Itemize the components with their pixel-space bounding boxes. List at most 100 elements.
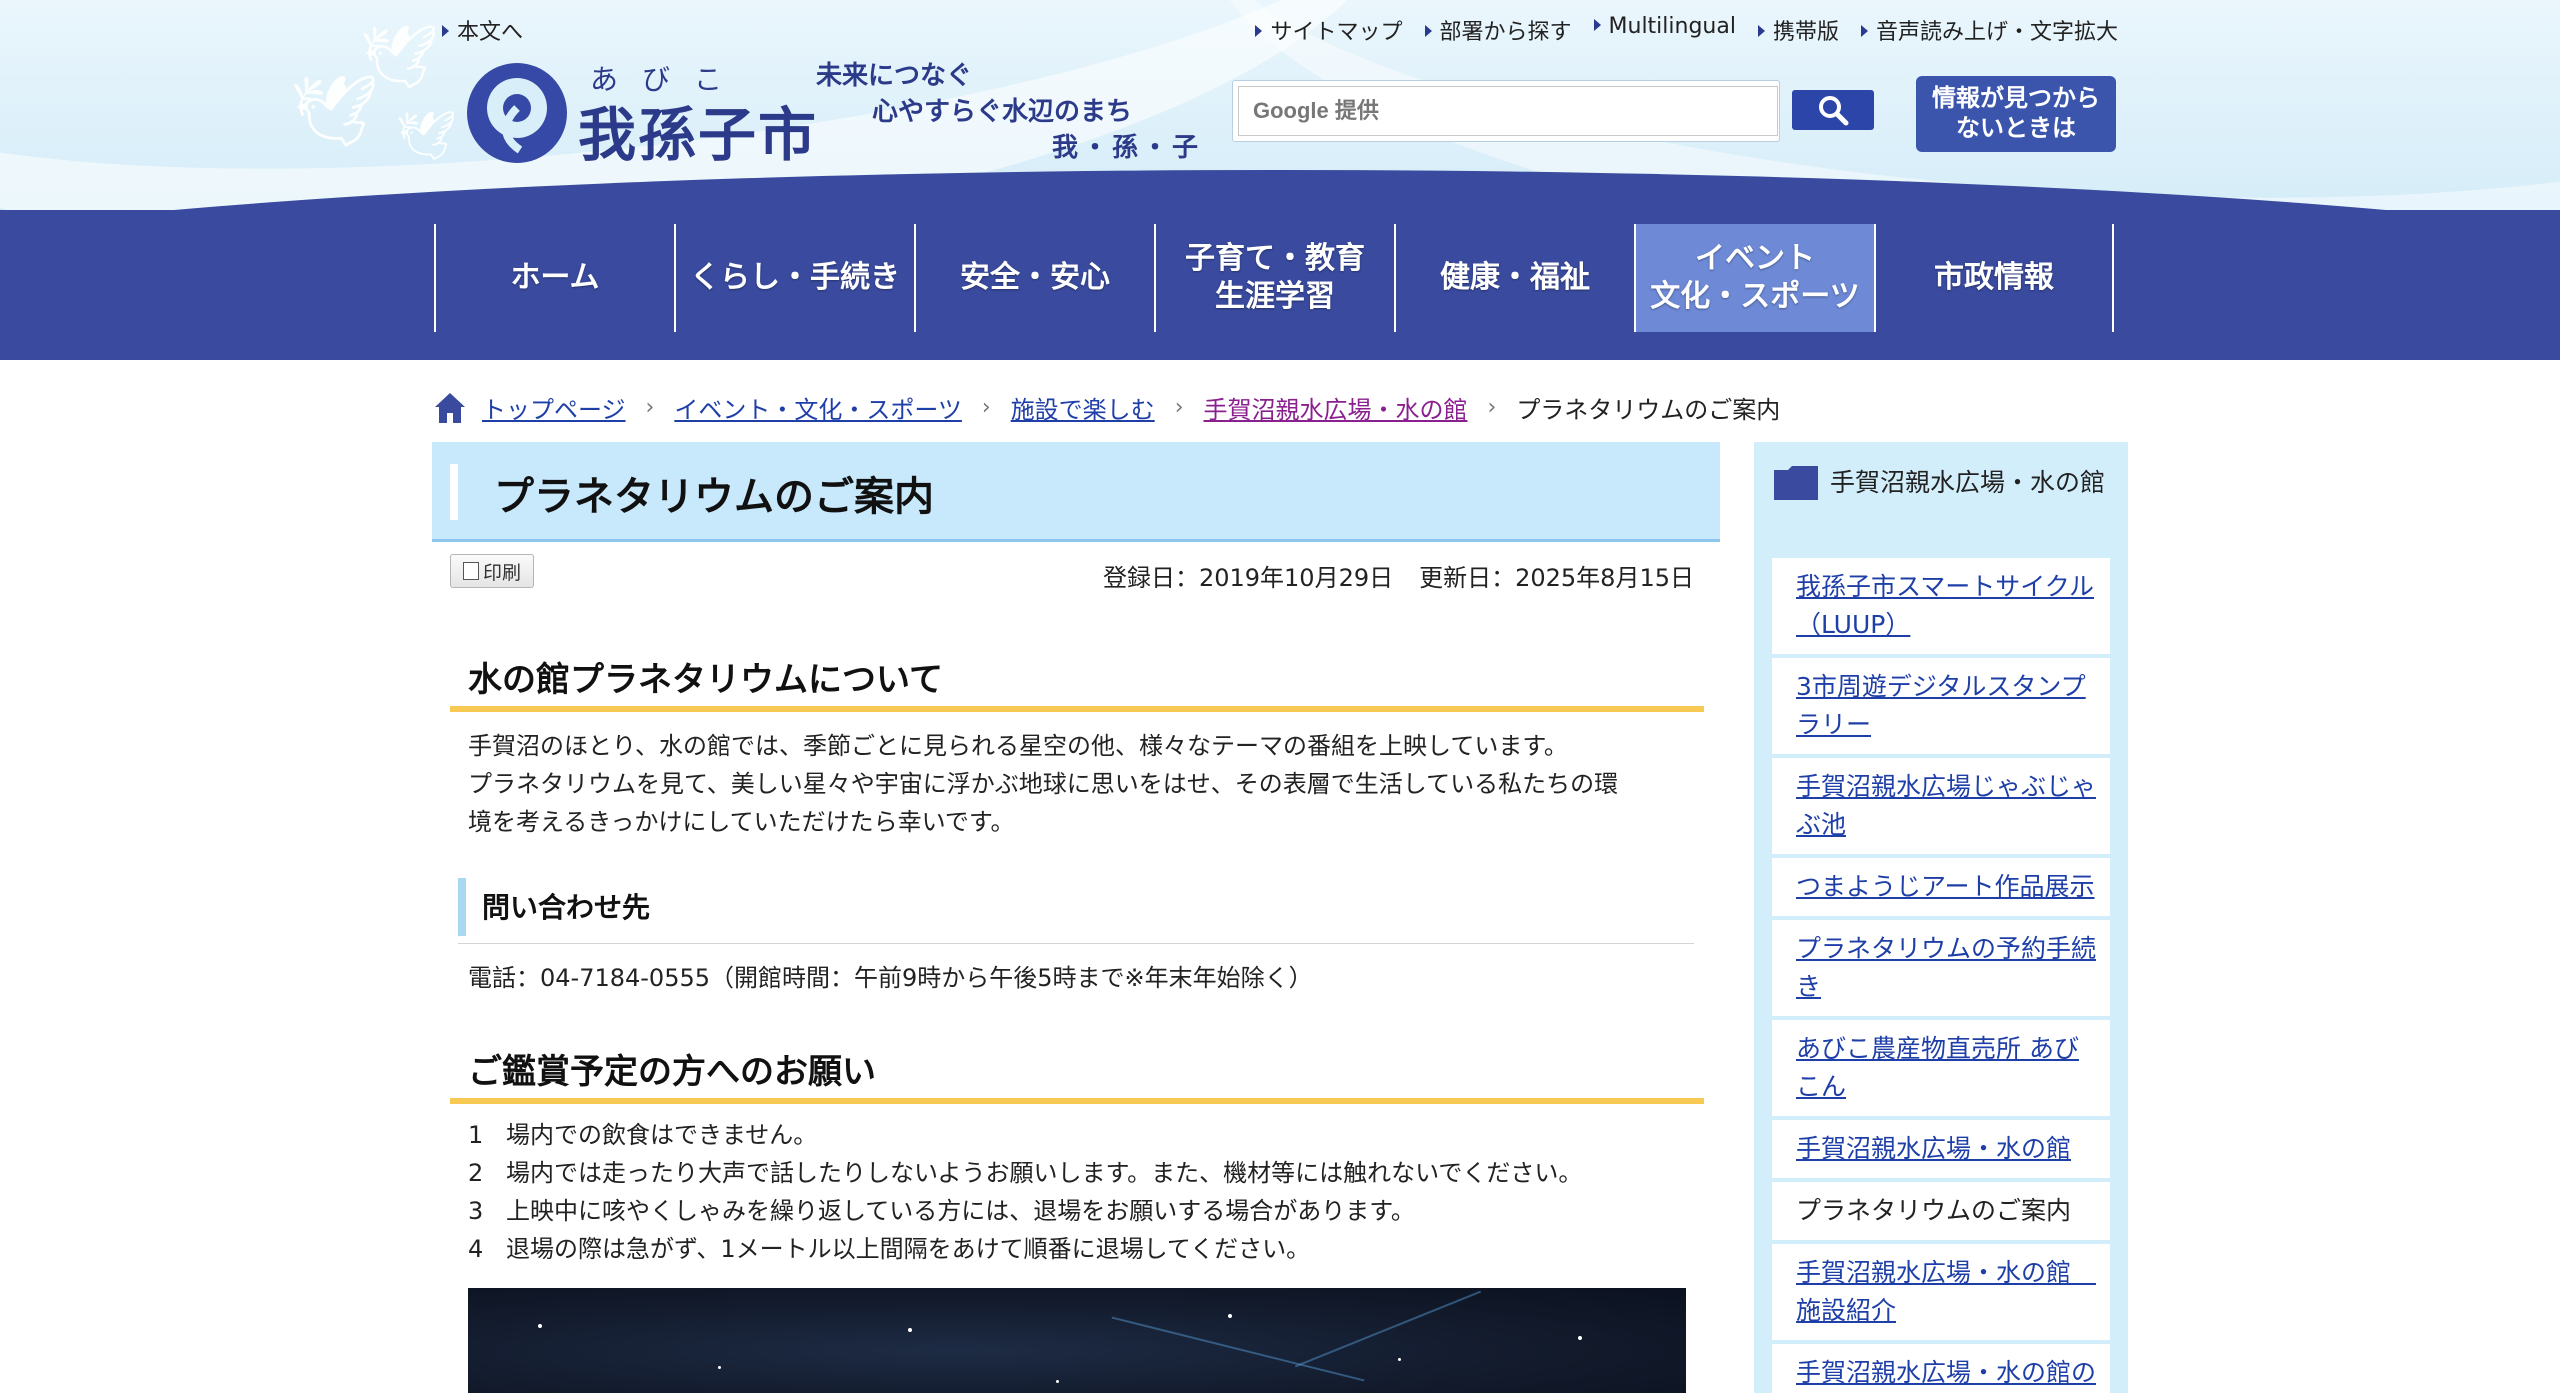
arrow-icon bbox=[1593, 19, 1601, 31]
sidebar-item-link[interactable]: 我孫子市スマートサイクル（LUUP） bbox=[1796, 572, 2094, 639]
util-link-sitemap[interactable]: サイトマップ bbox=[1255, 14, 1403, 46]
sidebar-item-link[interactable]: 手賀沼親水広場・水の館の施設の使用 bbox=[1796, 1358, 2096, 1393]
sidebar-item-link[interactable]: あびこ農産物直売所 あびこん bbox=[1796, 1034, 2079, 1101]
list-num: 1 bbox=[468, 1121, 484, 1149]
print-icon bbox=[462, 562, 479, 580]
chevron-right-icon: › bbox=[1487, 395, 1497, 420]
arrow-icon bbox=[1860, 25, 1868, 37]
bird-icon: 🕊 bbox=[290, 70, 379, 152]
sidebar-item[interactable]: 手賀沼親水広場・水の館 施設紹介 bbox=[1772, 1244, 2110, 1340]
star bbox=[1056, 1380, 1059, 1383]
sidebar-item-link[interactable]: つまようじアート作品展示 bbox=[1796, 872, 2095, 901]
util-link-label: Multilingual bbox=[1608, 14, 1736, 39]
bird-icon: 🕊 bbox=[396, 108, 457, 164]
nav-item-safety[interactable]: 安全・安心 bbox=[914, 224, 1154, 332]
sidebar-list: 我孫子市スマートサイクル（LUUP） 3市周遊デジタルスタンプラリー 手賀沼親水… bbox=[1772, 558, 2110, 1393]
util-link-label: 部署から探す bbox=[1439, 20, 1572, 45]
sidebar-item[interactable]: 3市周遊デジタルスタンプラリー bbox=[1772, 658, 2110, 754]
breadcrumb-link[interactable]: トップページ bbox=[482, 390, 626, 425]
home-icon bbox=[435, 392, 465, 423]
star bbox=[538, 1324, 542, 1328]
util-link-label: サイトマップ bbox=[1270, 20, 1403, 45]
util-link-label: 音声読み上げ・文字拡大 bbox=[1875, 20, 2118, 45]
arrow-icon bbox=[1757, 25, 1765, 37]
nav-item-childcare[interactable]: 子育て・教育 生涯学習 bbox=[1154, 224, 1394, 332]
sidebar-item-link[interactable]: 3市周遊デジタルスタンプラリー bbox=[1796, 672, 2086, 739]
print-button[interactable]: 印刷 bbox=[450, 554, 534, 588]
tagline-line: 未来につなぐ bbox=[816, 61, 973, 91]
contact-heading-label: 問い合わせ先 bbox=[482, 891, 651, 924]
nav-item-health[interactable]: 健康・福祉 bbox=[1394, 224, 1634, 332]
sidebar-item-link[interactable]: 手賀沼親水広場・水の館 施設紹介 bbox=[1796, 1258, 2096, 1325]
skip-to-content-link[interactable]: 本文へ bbox=[442, 14, 523, 46]
global-nav: ホーム くらし・手続き 安全・安心 子育て・教育 生涯学習 健康・福祉 イベント… bbox=[434, 224, 2114, 332]
sidebar-item-current: プラネタリウムのご案内 bbox=[1772, 1182, 2110, 1240]
util-link-departments[interactable]: 部署から探す bbox=[1424, 14, 1572, 46]
search-button[interactable] bbox=[1792, 90, 1874, 130]
sidebar-item[interactable]: 我孫子市スマートサイクル（LUUP） bbox=[1772, 558, 2110, 654]
nav-item-government[interactable]: 市政情報 bbox=[1874, 224, 2114, 332]
sidebar-item[interactable]: あびこ農産物直売所 あびこん bbox=[1772, 1020, 2110, 1116]
sidebar-item-link[interactable]: プラネタリウムの予約手続き bbox=[1796, 934, 2096, 1001]
star bbox=[908, 1328, 912, 1332]
star bbox=[1578, 1336, 1582, 1340]
tagline-line: 心やすらぐ水辺のまち bbox=[872, 97, 1133, 127]
breadcrumb-current: プラネタリウムのご案内 bbox=[1516, 396, 1781, 424]
body-line: 手賀沼のほとり、水の館では、季節ごとに見られる星空の他、様々なテーマの番組を上映… bbox=[468, 732, 1568, 760]
list-num: 3 bbox=[468, 1197, 484, 1225]
sidebar-item-link[interactable]: 手賀沼親水広場じゃぶじゃぶ池 bbox=[1796, 772, 2096, 839]
util-link-multilingual[interactable]: Multilingual bbox=[1593, 14, 1736, 46]
utility-links: サイトマップ 部署から探す Multilingual 携帯版 音声読み上げ・文字… bbox=[1255, 14, 2118, 46]
help-button[interactable]: 情報が見つから ないときは bbox=[1916, 76, 2116, 152]
section-heading: ご鑑賞予定の方へのお願い bbox=[450, 1044, 1704, 1104]
body-line: プラネタリウムを見て、美しい星々や宇宙に浮かぶ地球に思いをはせ、その表層で生活し… bbox=[468, 770, 1619, 798]
list-item: 1 場内での飲食はできません。 bbox=[468, 1116, 1582, 1154]
skip-link-label: 本文へ bbox=[457, 20, 524, 45]
sidebar-item[interactable]: 手賀沼親水広場・水の館の施設の使用 bbox=[1772, 1344, 2110, 1393]
contact-body: 電話：04-7184-0555（開館時間：午前9時から午後5時まで※年末年始除く… bbox=[468, 964, 1313, 992]
breadcrumb-link[interactable]: 施設で楽しむ bbox=[1011, 390, 1155, 425]
city-tagline: 未来につなぐ 心やすらぐ水辺のまち 我・孫・子 bbox=[816, 58, 1202, 166]
list-text: 上映中に咳やくしゃみを繰り返している方には、退場をお願いする場合があります。 bbox=[506, 1197, 1415, 1225]
request-list: 1 場内での飲食はできません。 2 場内では走ったり大声で話したりしないようお願いし… bbox=[468, 1116, 1582, 1268]
arrow-icon bbox=[442, 25, 449, 37]
chevron-right-icon: › bbox=[645, 395, 655, 420]
section-body: 手賀沼のほとり、水の館では、季節ごとに見られる星空の他、様々なテーマの番組を上映… bbox=[468, 727, 1698, 841]
star bbox=[718, 1366, 721, 1369]
sidebar-heading-label: 手賀沼親水広場・水の館 bbox=[1830, 468, 2106, 497]
util-link-mobile[interactable]: 携帯版 bbox=[1757, 14, 1839, 46]
sidebar-item[interactable]: つまようじアート作品展示 bbox=[1772, 858, 2110, 916]
nav-item-home[interactable]: ホーム bbox=[434, 224, 674, 332]
util-link-accessibility[interactable]: 音声読み上げ・文字拡大 bbox=[1860, 14, 2118, 46]
list-num: 2 bbox=[468, 1159, 484, 1187]
tagline-line: 我・孫・子 bbox=[1052, 133, 1203, 163]
sidebar-item[interactable]: 手賀沼親水広場・水の館 bbox=[1772, 1120, 2110, 1178]
folder-icon bbox=[1774, 466, 1818, 500]
logo-name[interactable]: 我孫子市 bbox=[578, 88, 818, 172]
body-line: 境を考えるきっかけにしていただけたら幸いです。 bbox=[468, 808, 1015, 836]
breadcrumb-link[interactable]: 手賀沼親水広場・水の館 bbox=[1204, 390, 1468, 425]
nav-item-living[interactable]: くらし・手続き bbox=[674, 224, 914, 332]
contact-heading: 問い合わせ先 bbox=[458, 876, 1694, 944]
list-text: 場内では走ったり大声で話したりしないようお願いします。また、機材等には触れないで… bbox=[506, 1159, 1583, 1187]
sidebar-item[interactable]: プラネタリウムの予約手続き bbox=[1772, 920, 2110, 1016]
search-input[interactable] bbox=[1238, 86, 1778, 136]
list-num: 4 bbox=[468, 1235, 484, 1263]
star bbox=[1398, 1358, 1401, 1361]
constellation-line bbox=[1294, 1290, 1482, 1368]
city-logo-icon[interactable] bbox=[462, 58, 572, 168]
list-item: 4 退場の際は急がず、1メートル以上間隔をあけて順番に退場してください。 bbox=[468, 1230, 1582, 1268]
planetarium-image bbox=[468, 1288, 1686, 1393]
star bbox=[1228, 1314, 1232, 1318]
constellation-line bbox=[1111, 1316, 1365, 1382]
list-text: 場内での飲食はできません。 bbox=[506, 1121, 818, 1149]
page-dates: 登録日：2019年10月29日 更新日：2025年8月15日 bbox=[1103, 558, 1694, 593]
sidebar-item-link[interactable]: 手賀沼親水広場・水の館 bbox=[1796, 1134, 2071, 1163]
nav-item-events[interactable]: イベント 文化・スポーツ bbox=[1634, 224, 1874, 332]
chevron-right-icon: › bbox=[1174, 395, 1184, 420]
sidebar-item[interactable]: 手賀沼親水広場じゃぶじゃぶ池 bbox=[1772, 758, 2110, 854]
registered-date: 登録日：2019年10月29日 bbox=[1102, 564, 1394, 592]
list-item: 2 場内では走ったり大声で話したりしないようお願いします。また、機材等には触れない… bbox=[468, 1154, 1582, 1192]
breadcrumb-link[interactable]: イベント・文化・スポーツ bbox=[674, 390, 962, 425]
chevron-right-icon: › bbox=[981, 395, 991, 420]
